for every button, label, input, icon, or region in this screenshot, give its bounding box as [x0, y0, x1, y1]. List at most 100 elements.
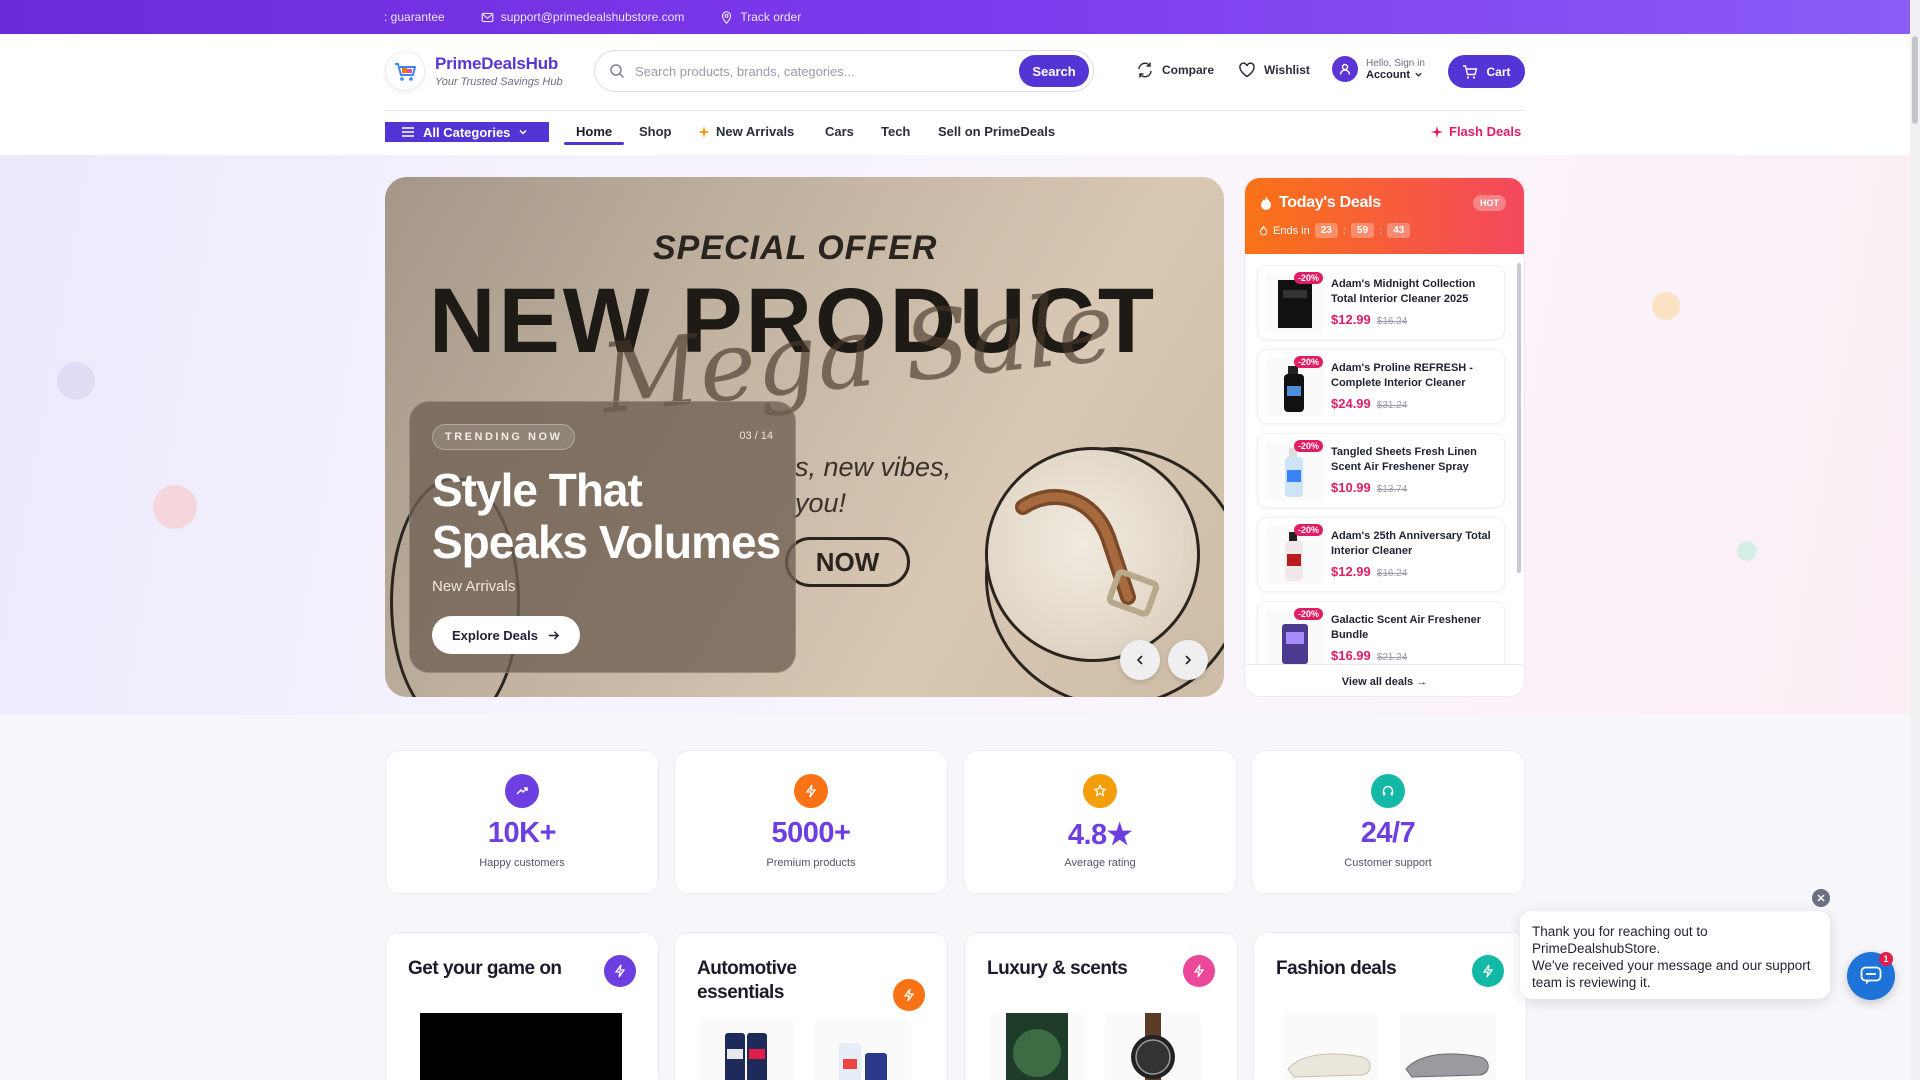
cart-logo-icon [385, 51, 425, 91]
stat-label: Happy customers [479, 857, 565, 869]
timer-seconds: 43 [1387, 223, 1411, 238]
guarantee-item: : guarantee [384, 10, 445, 24]
search-bar: Search [594, 50, 1094, 92]
category-title: Get your game on [408, 958, 562, 979]
discount-badge: -20% [1294, 608, 1324, 620]
view-all-deals-link[interactable]: View all deals → [1245, 664, 1524, 696]
carousel-prev-button[interactable] [1120, 640, 1160, 680]
hero-title-line-1: Style That [432, 464, 643, 516]
deals-title: Today's Deals [1259, 194, 1381, 212]
hero-carousel[interactable]: SPECIAL OFFER NEW PRODUCT Mega Sale s, n… [385, 177, 1224, 697]
chevron-down-icon [1415, 72, 1422, 77]
hero-caption-card: TRENDING NOW 03 / 14 Style That Speaks V… [409, 401, 796, 673]
stat-label: Premium products [766, 857, 856, 869]
carousel-next-button[interactable] [1168, 640, 1208, 680]
cart-label: Cart [1486, 64, 1511, 79]
nav-new-arrivals[interactable]: New Arrivals [697, 124, 794, 139]
deal-price: $16.99 [1331, 648, 1371, 663]
page-scrollbar-thumb[interactable] [1912, 36, 1918, 124]
lightning-icon [604, 955, 636, 987]
chat-close-button[interactable] [1812, 889, 1830, 907]
hero-subline: s, new vibes, you! [795, 449, 951, 521]
stat-value: 24/7 [1360, 817, 1416, 849]
decor-dot [153, 485, 197, 529]
search-button[interactable]: Search [1019, 55, 1089, 87]
flame-icon [1261, 196, 1271, 210]
track-order-text: Track order [740, 10, 802, 24]
hero-subtitle: New Arrivals [432, 578, 516, 595]
deal-item[interactable]: -20% Adam's 25th Anniversary Total Inter… [1257, 517, 1505, 592]
deals-countdown: Ends in 23: 59: 43 [1259, 223, 1411, 238]
trending-badge: TRENDING NOW [432, 424, 576, 450]
timer-hours: 23 [1314, 223, 1338, 238]
nav-home[interactable]: Home [576, 124, 612, 139]
category-card-automotive[interactable]: Automotive essentials [674, 932, 948, 1080]
chevron-left-icon [1136, 655, 1143, 665]
discount-badge: -20% [1294, 272, 1324, 284]
nav-sell[interactable]: Sell on PrimeDeals [938, 124, 1055, 139]
slide-counter: 03 / 14 [739, 430, 773, 442]
deals-header: Today's Deals HOT Ends in 23: 59: 43 [1245, 178, 1524, 254]
page-scrollbar[interactable] [1910, 0, 1920, 1080]
flash-deals-link[interactable]: Flash Deals [1430, 124, 1521, 139]
category-product-image [420, 1013, 622, 1080]
stat-card: 24/7 Customer support [1251, 750, 1525, 894]
deals-list: -20% Adam's Midnight Collection Total In… [1257, 265, 1505, 664]
wishlist-button[interactable]: Wishlist [1238, 61, 1310, 79]
menu-icon [402, 127, 414, 137]
compare-label: Compare [1162, 63, 1215, 77]
search-input[interactable] [635, 63, 995, 79]
account-menu[interactable]: Hello, Sign in Account [1332, 56, 1425, 82]
category-product-image [699, 1019, 795, 1080]
stat-card: 4.8★ Average rating [963, 750, 1237, 894]
deals-scroll-area[interactable]: -20% Adam's Midnight Collection Total In… [1245, 254, 1524, 664]
chat-message-line-2: We've received your message and our supp… [1532, 958, 1811, 990]
chat-message-line-1: Thank you for reaching out to PrimeDeals… [1532, 924, 1708, 956]
stat-label: Average rating [1064, 857, 1136, 869]
compare-button[interactable]: Compare [1136, 61, 1214, 79]
chat-message-bubble: Thank you for reaching out to PrimeDeals… [1520, 911, 1830, 999]
category-card-luxury[interactable]: Luxury & scents [964, 932, 1238, 1080]
category-title: Automotive essentials [697, 958, 797, 1003]
all-categories-button[interactable]: All Categories [385, 122, 549, 142]
category-card-gaming[interactable]: Get your game on [385, 932, 659, 1080]
deals-scrollbar[interactable] [1517, 263, 1521, 573]
deal-price: $12.99 [1331, 312, 1371, 327]
explore-deals-button[interactable]: Explore Deals [432, 616, 580, 654]
nav-cars[interactable]: Cars [825, 124, 854, 139]
deal-item[interactable]: -20% Tangled Sheets Fresh Linen Scent Ai… [1257, 433, 1505, 508]
category-title: Fashion deals [1276, 958, 1397, 979]
brand-logo[interactable]: PrimeDealsHub Your Trusted Savings Hub [385, 51, 563, 91]
flash-deals-label: Flash Deals [1449, 124, 1522, 139]
support-email-link[interactable]: support@primedealshubstore.com [481, 10, 685, 24]
stat-card: 10K+ Happy customers [385, 750, 659, 894]
decor-dot [1652, 292, 1680, 320]
deal-item[interactable]: -20% Galactic Scent Air Freshener Bundle… [1257, 601, 1505, 664]
stat-value: 4.8★ [1067, 819, 1133, 851]
close-icon [1817, 894, 1825, 902]
trending-up-icon [505, 774, 539, 808]
search-icon [610, 64, 625, 79]
site-header: PrimeDealsHub Your Trusted Savings Hub S… [0, 34, 1910, 110]
deals-title-text: Today's Deals [1279, 194, 1381, 211]
hero-subline-1: s, new vibes, [795, 452, 952, 482]
deal-old-price: $16.24 [1376, 568, 1408, 579]
deal-item[interactable]: -20% Adam's Proline REFRESH - Complete I… [1257, 349, 1505, 424]
nav-shop[interactable]: Shop [639, 124, 672, 139]
deal-item[interactable]: -20% Adam's Midnight Collection Total In… [1257, 265, 1505, 340]
deal-name: Adam's Proline REFRESH - Complete Interi… [1331, 362, 1473, 389]
flame-icon [1259, 225, 1268, 236]
account-label: Account [1366, 68, 1410, 81]
support-email-text: support@primedealshubstore.com [500, 10, 685, 24]
lightning-icon [893, 979, 925, 1011]
category-card-fashion[interactable]: Fashion deals [1253, 932, 1527, 1080]
discount-badge: -20% [1294, 524, 1324, 536]
cart-button[interactable]: Cart [1448, 55, 1525, 88]
nav-tech[interactable]: Tech [881, 124, 910, 139]
explore-deals-label: Explore Deals [452, 627, 538, 643]
track-order-link[interactable]: Track order [720, 10, 801, 24]
category-product-image [1105, 1013, 1201, 1080]
deal-old-price: $16.24 [1376, 316, 1408, 327]
category-product-image [1400, 1013, 1496, 1080]
deal-name: Tangled Sheets Fresh Linen Scent Air Fre… [1331, 446, 1477, 473]
